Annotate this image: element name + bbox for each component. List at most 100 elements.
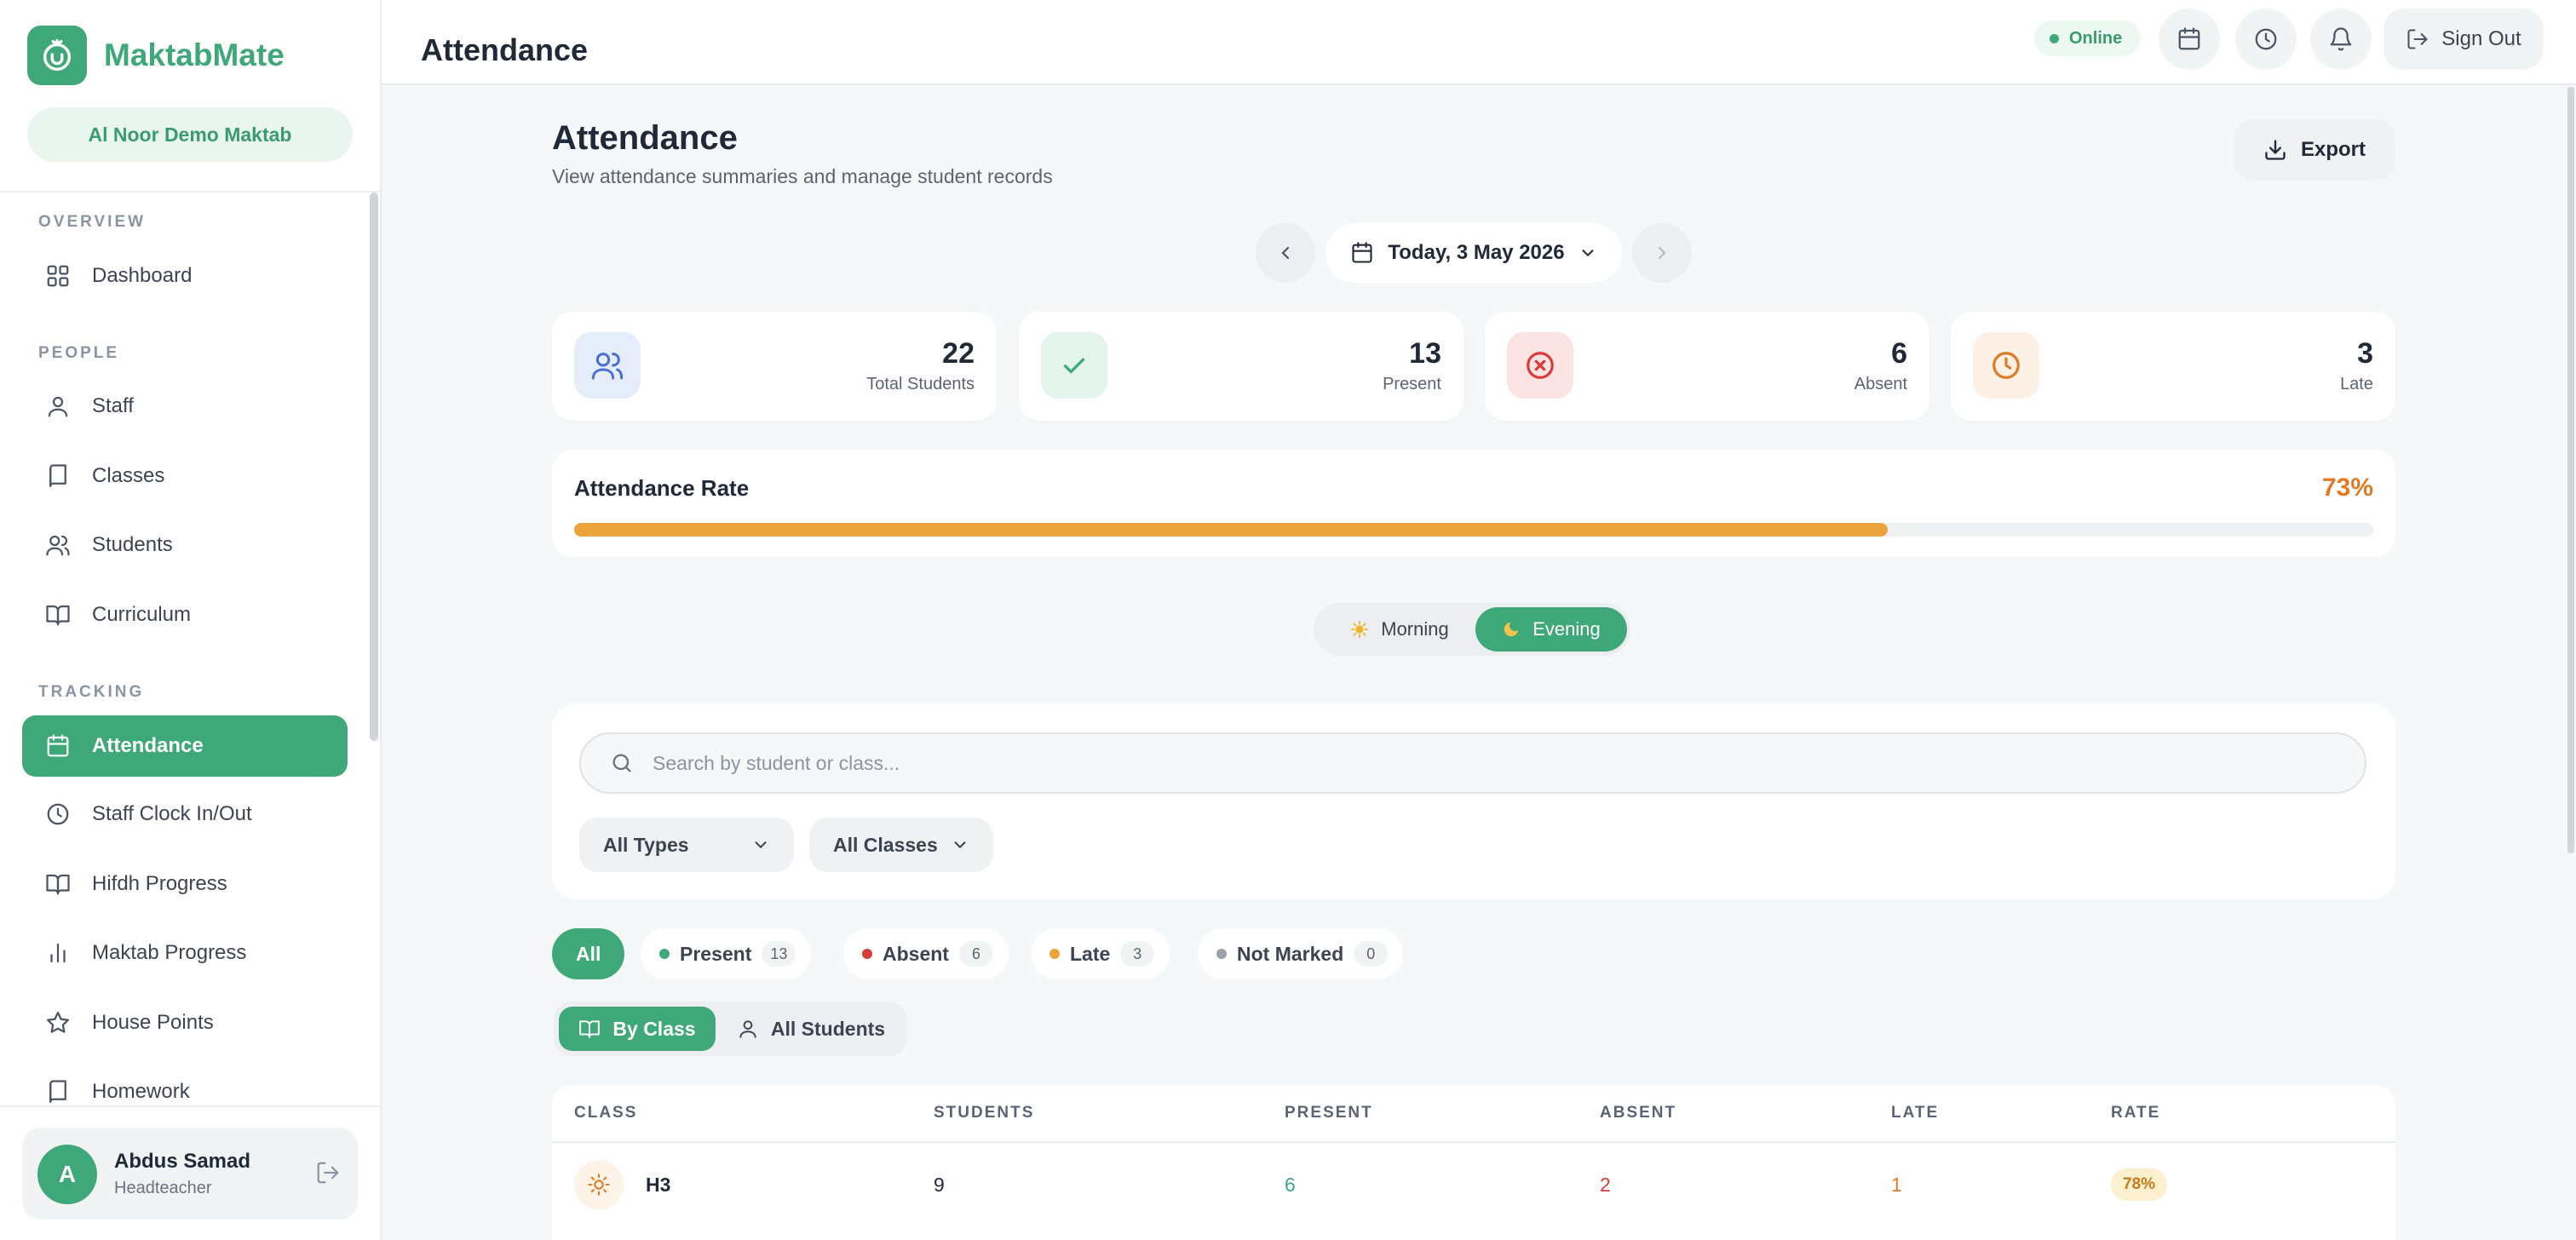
type-filter-select[interactable]: All Types (579, 818, 794, 872)
rate-value: 73% (2321, 474, 2373, 502)
sidebar-item-label: Dashboard (92, 264, 193, 287)
app-name: MaktabMate (104, 37, 285, 72)
stat-value: 22 (942, 337, 975, 370)
online-dot-icon (2050, 33, 2059, 43)
section-label-people: PEOPLE (38, 344, 120, 362)
all-students-label: All Students (770, 1017, 886, 1040)
sidebar-item-staff[interactable]: Staff (22, 376, 348, 437)
column-header-students: STUDENTS (934, 1104, 1035, 1122)
users-icon (44, 531, 72, 559)
chip-count: 0 (1354, 941, 1389, 967)
stat-value: 6 (1891, 337, 1907, 370)
evening-session-button[interactable]: Evening (1475, 607, 1627, 652)
sidebar-item-students[interactable]: Students (22, 514, 348, 576)
sidebar-scrollbar[interactable] (370, 192, 378, 741)
table-cell-late: 1 (1891, 1174, 1902, 1196)
calendar-button[interactable] (2159, 9, 2220, 70)
by-class-label: By Class (612, 1017, 696, 1040)
stat-card-present: 13 Present (1019, 312, 1463, 421)
sidebar-item-staff-clock[interactable]: Staff Clock In/Out (22, 784, 348, 845)
status-dot-icon (1049, 949, 1060, 959)
table-cell-present: 6 (1285, 1174, 1296, 1196)
column-header-class: CLASS (574, 1104, 638, 1122)
stat-card-late: 3 Late (1951, 312, 2395, 421)
chip-count: 13 (762, 941, 796, 967)
morning-session-button[interactable]: Morning (1327, 607, 1472, 652)
filter-chip-late[interactable]: Late 3 (1031, 928, 1170, 979)
filter-chip-absent[interactable]: Absent 6 (843, 928, 1009, 979)
sidebar-item-classes[interactable]: Classes (22, 445, 348, 507)
sidebar-item-label: Attendance (92, 734, 204, 757)
table-cell-class[interactable]: H3 (646, 1174, 670, 1197)
rate-badge: 78% (2111, 1168, 2168, 1201)
rate-progress-bar (574, 523, 2373, 537)
sidebar-item-dashboard[interactable]: Dashboard (22, 245, 348, 307)
user-icon (44, 393, 72, 420)
book-open-icon (44, 601, 72, 629)
search-input[interactable]: Search by student or class... (579, 732, 2366, 794)
search-icon (612, 754, 631, 772)
export-button[interactable]: Export (2234, 119, 2395, 181)
sidebar-item-label: Staff (92, 394, 134, 417)
user-name: Abdus Samad (114, 1150, 251, 1173)
sidebar-item-hifdh-progress[interactable]: Hifdh Progress (22, 853, 348, 915)
column-header-rate: RATE (2111, 1104, 2161, 1122)
chevron-down-icon (1582, 250, 1594, 257)
chip-label: Absent (883, 942, 949, 965)
user-card[interactable]: A Abdus Samad Headteacher (22, 1128, 358, 1220)
sidebar-item-curriculum[interactable]: Curriculum (22, 584, 348, 646)
main-scrollbar[interactable] (2567, 87, 2574, 853)
class-attendance-table: CLASS STUDENTS PRESENT ABSENT LATE RATE … (552, 1085, 2395, 1240)
logout-icon[interactable] (315, 1160, 341, 1185)
sign-out-label: Sign Out (2441, 27, 2521, 50)
logo-icon (27, 26, 87, 85)
clock-button[interactable] (2235, 9, 2297, 70)
grid-icon (44, 262, 72, 290)
moon-icon (1504, 622, 1519, 637)
sidebar-item-label: Hifdh Progress (92, 872, 227, 895)
stat-label: Absent (1854, 375, 1907, 393)
stat-card-absent: 6 Absent (1485, 312, 1929, 421)
header-title: Attendance (421, 32, 589, 67)
sidebar-item-attendance[interactable]: Attendance (22, 715, 348, 777)
filter-chip-all[interactable]: All (552, 928, 625, 979)
user-icon (739, 1020, 756, 1038)
chevron-left-icon (1281, 246, 1290, 260)
by-class-button[interactable]: By Class (559, 1007, 716, 1051)
all-students-button[interactable]: All Students (719, 1007, 903, 1051)
previous-day-button[interactable] (1256, 223, 1315, 283)
attendance-rate-card: Attendance Rate 73% (552, 450, 2395, 557)
notifications-button[interactable] (2310, 9, 2372, 70)
sign-out-button[interactable]: Sign Out (2383, 9, 2544, 70)
stat-value: 13 (1409, 337, 1441, 370)
chip-label: Late (1070, 942, 1111, 965)
class-filter-select[interactable]: All Classes (809, 818, 993, 872)
x-circle-icon (1507, 332, 1573, 399)
logout-icon (2407, 29, 2428, 49)
next-day-button[interactable] (1632, 223, 1692, 283)
type-filter-value: All Types (603, 833, 689, 856)
clock-icon (1973, 332, 2039, 399)
section-label-overview: OVERVIEW (38, 213, 147, 231)
chip-count: 6 (958, 941, 993, 967)
filter-chip-not-marked[interactable]: Not Marked 0 (1198, 928, 1404, 979)
date-picker[interactable]: Today, 3 May 2026 (1325, 223, 1622, 283)
filter-chip-present[interactable]: Present 13 (641, 928, 812, 979)
download-icon (2265, 140, 2286, 160)
class-filter-value: All Classes (833, 833, 938, 856)
sidebar-item-house-points[interactable]: House Points (22, 992, 348, 1053)
status-dot-icon (862, 949, 872, 959)
bar-chart-icon (44, 939, 72, 967)
clock-icon (44, 801, 72, 828)
calendar-icon (44, 732, 72, 760)
stat-label: Late (2340, 375, 2373, 393)
status-dot-icon (1216, 949, 1227, 959)
org-selector[interactable]: Al Noor Demo Maktab (27, 107, 353, 162)
brand[interactable]: MaktabMate (27, 26, 285, 85)
column-header-late: LATE (1891, 1104, 1940, 1122)
chevron-down-icon (954, 841, 966, 849)
sidebar-item-maktab-progress[interactable]: Maktab Progress (22, 922, 348, 984)
sidebar-item-label: Curriculum (92, 603, 192, 626)
chevron-right-icon (1658, 246, 1666, 260)
sidebar: MaktabMate Al Noor Demo Maktab OVERVIEW … (0, 0, 382, 1240)
